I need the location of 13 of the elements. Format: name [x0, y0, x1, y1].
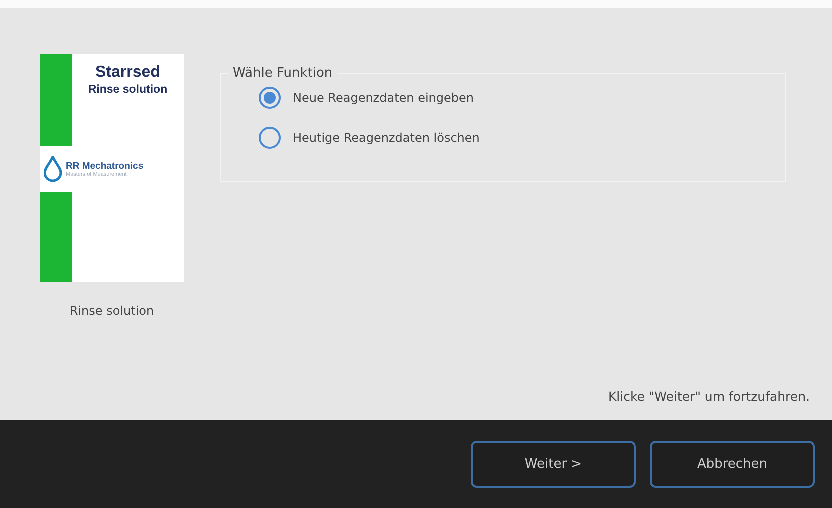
next-button[interactable]: Weiter > — [471, 440, 636, 488]
brand-name: RR Mechatronics — [66, 160, 144, 172]
option-label[interactable]: Neue Reagenzdaten eingeben — [293, 91, 474, 105]
drop-icon — [44, 156, 62, 182]
label-title: Starrsed — [96, 64, 160, 82]
product-caption: Rinse solution — [70, 304, 154, 318]
radio-button[interactable] — [259, 127, 281, 149]
label-subtitle: Rinse solution — [88, 84, 168, 96]
hint-text: Klicke "Weiter" um fortzufahren. — [608, 389, 810, 404]
radio-button[interactable] — [259, 87, 281, 109]
option-label[interactable]: Heutige Reagenzdaten löschen — [293, 131, 480, 145]
group-legend: Wähle Funktion — [229, 66, 337, 81]
cancel-button[interactable]: Abbrechen — [650, 440, 815, 488]
